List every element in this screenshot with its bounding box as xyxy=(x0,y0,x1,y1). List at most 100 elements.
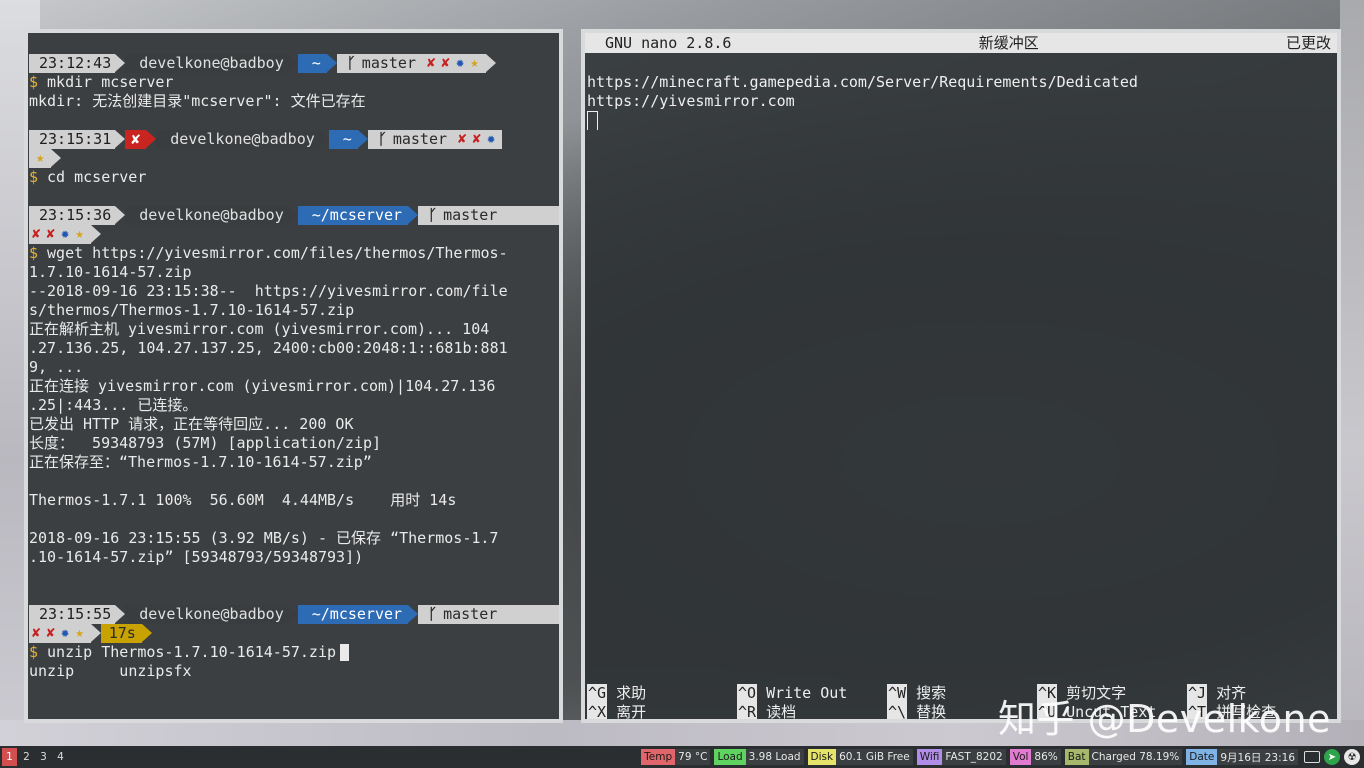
prompt-time: 23:15:31 xyxy=(29,130,116,149)
prompt-time: 23:12:43 xyxy=(29,54,116,73)
git-branch-name: master xyxy=(443,605,498,623)
powerline-separator xyxy=(115,206,126,224)
command-text: cd mcserver xyxy=(47,168,147,186)
nano-text-area[interactable]: https://minecraft.gamepedia.com/Server/R… xyxy=(587,73,1138,130)
shortcut-read-file[interactable]: ^R 读档 xyxy=(737,703,887,721)
workspace-2[interactable]: 2 xyxy=(19,748,34,766)
shortcut-label: Write Out xyxy=(766,684,848,702)
command-line: $ mkdir mcserver xyxy=(29,73,559,92)
nano-buffer-name: 新缓冲区 xyxy=(978,33,1039,52)
prompt-dir: ~ xyxy=(297,54,327,73)
command-text: wget https://yivesmirror.com/files/therm… xyxy=(47,244,508,262)
status-wifi: Wifi FAST_8202 xyxy=(916,749,1006,765)
star-icon: ★ xyxy=(75,625,84,641)
output-line: .27.136.25, 104.27.137.25, 2400:cb00:204… xyxy=(29,339,508,357)
powerline-separator xyxy=(318,130,329,148)
x-icon: ✘ xyxy=(426,55,436,71)
powerline-separator xyxy=(115,605,126,623)
radiation-icon[interactable]: ☢ xyxy=(1344,749,1360,765)
nano-cursor xyxy=(587,111,598,130)
progress-line: Thermos-1.7.1 100% 56.60M 4.44MB/s 用时 14… xyxy=(29,491,457,509)
shortcut-key: ^X xyxy=(587,703,608,721)
shortcut-label: 替换 xyxy=(916,703,947,721)
x-icon: ✘ xyxy=(441,55,450,71)
status-label: Wifi xyxy=(916,749,943,765)
prompt-user: develkone@badboy xyxy=(125,605,288,624)
shortcut-write-out[interactable]: ^O Write Out xyxy=(737,684,887,703)
nano-editor-window[interactable]: GNU nano 2.8.6 新缓冲区 已更改 https://minecraf… xyxy=(581,29,1341,723)
telegram-icon[interactable]: ➤ xyxy=(1324,749,1340,765)
powerline-separator xyxy=(146,130,157,148)
x-icon: ✘ xyxy=(458,131,467,147)
prompt-git: ᚴ master xyxy=(418,206,559,225)
output-line: 2018-09-16 23:15:55 (3.92 MB/s) - 已保存 “T… xyxy=(29,529,499,547)
status-label: Temp xyxy=(641,749,676,765)
nano-version: GNU nano 2.8.6 xyxy=(605,33,732,52)
powerline-separator xyxy=(115,130,126,148)
x-icon: ✘ xyxy=(472,131,481,147)
terminal-window[interactable]: 23:12:43 develkone@badboy ~ ᚴ master ✘ ✘… xyxy=(24,29,563,723)
powerline-separator xyxy=(408,605,419,623)
status-value: FAST_8202 xyxy=(942,749,1006,765)
powerline-separator xyxy=(485,54,496,72)
asterisk-icon: ✹ xyxy=(60,625,70,641)
command-line: $ cd mcserver xyxy=(29,168,559,187)
nano-line[interactable] xyxy=(587,111,1138,130)
prompt-dollar: $ xyxy=(29,244,39,262)
powerline-separator xyxy=(90,624,101,642)
status-date: Date 9月16日 23:16 xyxy=(1186,749,1298,765)
workspace-4[interactable]: 4 xyxy=(53,748,68,766)
prompt-dir: ~ xyxy=(328,130,358,149)
keyboard-icon[interactable] xyxy=(1304,751,1320,763)
shortcut-label: 读档 xyxy=(766,703,797,721)
nano-line[interactable]: https://yivesmirror.com xyxy=(587,92,1138,111)
output-line: 9, ... xyxy=(29,358,84,376)
prompt-time: 23:15:55 xyxy=(29,605,116,624)
command-line: $ wget https://yivesmirror.com/files/ther… xyxy=(29,244,559,263)
nano-line[interactable]: https://minecraft.gamepedia.com/Server/R… xyxy=(587,73,1138,92)
powerline-separator xyxy=(141,624,152,642)
command-line[interactable]: $ unzip Thermos-1.7.10-1614-57.zip xyxy=(29,643,559,662)
git-branch-icon: ᚴ xyxy=(428,605,438,623)
powerline-separator xyxy=(357,130,368,148)
terminal-cursor xyxy=(340,644,350,661)
workspace-3[interactable]: 3 xyxy=(36,748,51,766)
git-branch-icon: ᚴ xyxy=(346,54,356,72)
git-status-icons: ✘ ✘ ✹ xyxy=(453,130,503,149)
status-value: 60.1 GiB Free xyxy=(836,749,913,765)
status-value: 9月16日 23:16 xyxy=(1217,749,1298,765)
output-line: .10-1614-57.zip” [59348793/59348793]) xyxy=(29,548,364,566)
git-status-icons: ✘ ✘ ✹ ★ xyxy=(29,624,91,643)
output-line: 已发出 HTTP 请求，正在等待回应... 200 OK xyxy=(29,415,354,433)
workspace-1[interactable]: 1 xyxy=(2,748,17,766)
prompt-git: ᚴ master xyxy=(367,130,454,149)
shortcut-help[interactable]: ^G 求助 xyxy=(587,684,737,703)
status-modules: Temp 79 °C Load 3.98 Load Disk 60.1 GiB … xyxy=(637,746,1360,768)
asterisk-icon: ✹ xyxy=(455,55,465,71)
powerline-separator xyxy=(115,54,126,72)
prompt-error-status: ✘ xyxy=(125,130,147,149)
prompt-user: develkone@badboy xyxy=(125,206,288,225)
shortcut-key: ^R xyxy=(737,703,758,721)
git-status-icons: ✘ ✘ ✹ ★ xyxy=(29,225,91,244)
command-input[interactable]: unzip Thermos-1.7.10-1614-57.zip xyxy=(47,643,336,662)
status-label: Load xyxy=(714,749,746,765)
shortcut-key: ^\ xyxy=(887,703,908,721)
x-icon: ✘ xyxy=(46,226,55,242)
shortcut-key: ^W xyxy=(887,684,908,703)
output-line: mkdir: 无法创建目录"mcserver": 文件已存在 xyxy=(29,92,366,110)
powerline-separator xyxy=(90,225,101,243)
shortcut-exit[interactable]: ^X 离开 xyxy=(587,703,737,721)
prompt-git: ᚴ master xyxy=(336,54,422,73)
prompt-git: ᚴ master xyxy=(418,605,559,624)
prompt-dollar: $ xyxy=(29,168,39,186)
workspace-switcher: 1 2 3 4 xyxy=(2,748,70,766)
output-line: 正在保存至：“Thermos-1.7.10-1614-57.zip” xyxy=(29,453,372,471)
status-value: Charged 78.19% xyxy=(1088,749,1183,765)
status-value: 79 °C xyxy=(675,749,711,765)
prompt-line-wrap: ✘ ✘ ✹ ★ 17s xyxy=(29,624,559,643)
git-branch-name: master xyxy=(443,206,498,224)
status-volume: Vol 86% xyxy=(1009,749,1061,765)
status-value: 86% xyxy=(1031,749,1061,765)
taskbar: 1 2 3 4 Temp 79 °C Load 3.98 Load Disk 6… xyxy=(0,746,1364,768)
